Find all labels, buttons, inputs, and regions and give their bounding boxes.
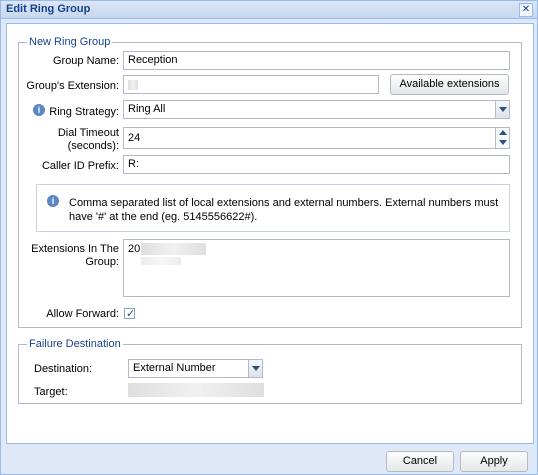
dialog-footer: Cancel Apply — [1, 446, 537, 474]
dial-timeout-spinner[interactable] — [495, 127, 510, 149]
chevron-down-icon — [252, 366, 260, 371]
dial-timeout-label-line1: Dial Timeout — [57, 127, 119, 139]
edit-ring-group-window: Edit Ring Group ✕ New Ring Group Group N… — [0, 0, 538, 475]
extensions-in-group-label-line2: Group: — [85, 256, 119, 268]
dial-timeout-label: Dial Timeout (seconds): — [19, 127, 119, 153]
extensions-in-group-textarea[interactable]: 20 — [123, 239, 510, 297]
apply-button[interactable]: Apply — [460, 451, 528, 472]
allow-forward-checkbox[interactable]: ✓ — [124, 308, 136, 320]
ring-strategy-label: Ring Strategy: — [49, 106, 119, 118]
redacted-extensions-2 — [141, 257, 181, 265]
caller-id-prefix-input[interactable]: R: — [123, 155, 510, 174]
info-icon[interactable]: i — [33, 104, 45, 116]
caller-id-prefix-label: Caller ID Prefix: — [41, 160, 119, 172]
checkmark-icon: ✓ — [126, 308, 136, 320]
close-icon[interactable]: ✕ — [519, 3, 533, 17]
chevron-down-icon — [499, 107, 507, 112]
redacted-target — [128, 383, 264, 397]
destination-label: Destination: — [34, 363, 93, 375]
redacted-extensions — [141, 243, 206, 255]
dial-timeout-input[interactable]: 24 — [123, 127, 496, 149]
extensions-value: 20 — [128, 243, 141, 255]
destination-select[interactable]: External Number — [128, 359, 249, 378]
extensions-help-note: i Comma separated list of local extensio… — [36, 184, 510, 232]
failure-destination-legend: Failure Destination — [27, 338, 123, 350]
allow-forward-label: Allow Forward: — [46, 308, 119, 320]
target-label: Target: — [34, 386, 68, 398]
ring-strategy-select[interactable]: Ring All — [123, 100, 496, 119]
group-extension-input[interactable] — [123, 75, 379, 94]
dial-timeout-label-line2: (seconds): — [67, 140, 119, 152]
spinner-up-icon[interactable] — [499, 130, 507, 135]
available-extensions-button[interactable]: Available extensions — [390, 74, 509, 95]
window-titlebar[interactable]: Edit Ring Group ✕ — [1, 1, 537, 19]
destination-dropdown-trigger[interactable] — [248, 359, 263, 378]
extensions-help-text: Comma separated list of local extensions… — [69, 197, 499, 223]
group-name-label: Group Name: — [52, 55, 119, 67]
group-extension-label: Group's Extension: — [26, 80, 119, 92]
info-icon: i — [47, 195, 59, 207]
redacted-extension — [128, 80, 138, 90]
spinner-down-icon[interactable] — [499, 140, 507, 145]
failure-destination-fieldset: Failure Destination — [18, 338, 522, 404]
new-ring-group-legend: New Ring Group — [27, 36, 113, 48]
cancel-button[interactable]: Cancel — [386, 451, 454, 472]
ring-strategy-dropdown-trigger[interactable] — [495, 100, 510, 119]
extensions-in-group-label: Extensions In The Group: — [19, 243, 119, 269]
group-name-input[interactable]: Reception — [123, 51, 510, 70]
dialog-body: New Ring Group Group Name: Reception Gro… — [6, 23, 534, 444]
extensions-in-group-label-line1: Extensions In The — [31, 243, 119, 255]
window-title: Edit Ring Group — [6, 3, 91, 15]
